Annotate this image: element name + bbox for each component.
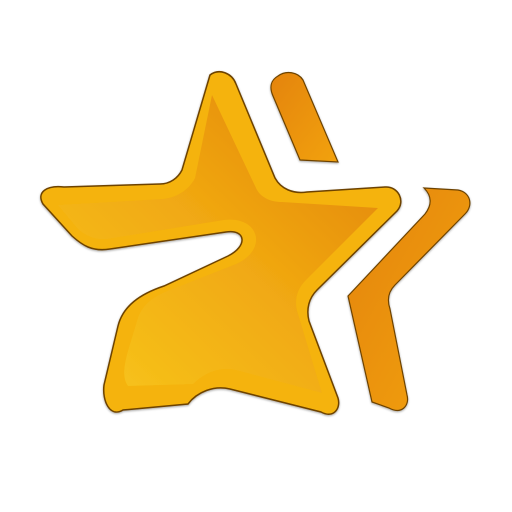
trail-stripe-top [270, 71, 339, 163]
app-icon-canvas [0, 0, 512, 512]
star-body [40, 71, 402, 415]
star-icon [40, 71, 471, 415]
